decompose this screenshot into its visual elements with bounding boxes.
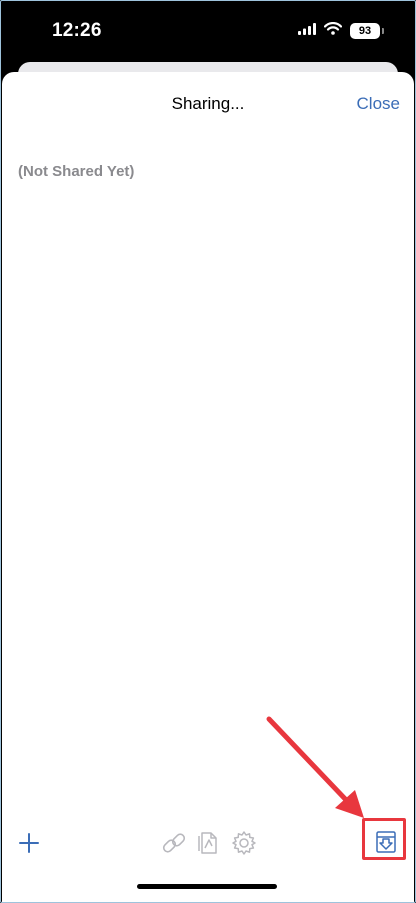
- annotation-highlight-box: [362, 818, 406, 860]
- battery-icon: 93: [350, 23, 380, 39]
- sheet-title: Sharing...: [171, 94, 245, 113]
- page-icon[interactable]: [196, 830, 220, 861]
- battery-cap: [382, 28, 384, 34]
- gear-icon[interactable]: [231, 830, 257, 861]
- status-bar: 12:26 93: [0, 0, 416, 62]
- home-indicator: [137, 884, 277, 889]
- status-icons: 93: [298, 22, 384, 40]
- signal-icon: [298, 22, 316, 40]
- not-shared-label: (Not Shared Yet): [18, 163, 135, 180]
- link-icon[interactable]: [161, 830, 187, 861]
- sharing-sheet: Sharing... Close (Not Shared Yet): [2, 72, 414, 903]
- add-icon[interactable]: [18, 832, 40, 859]
- close-button[interactable]: Close: [357, 94, 400, 114]
- wifi-icon: [323, 22, 343, 40]
- status-time: 12:26: [52, 20, 102, 41]
